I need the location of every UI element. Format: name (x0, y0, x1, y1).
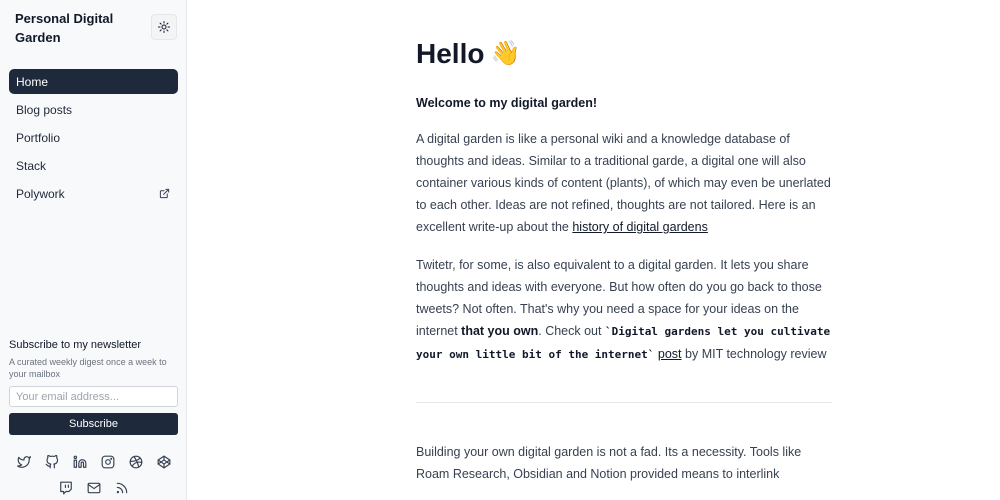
building-paragraph: Building your own digital garden is not … (416, 445, 802, 481)
linkedin-icon[interactable] (72, 454, 87, 469)
github-icon[interactable] (44, 454, 59, 469)
post-link[interactable]: post (658, 347, 682, 361)
intro-text: A digital garden is like a personal wiki… (416, 132, 831, 234)
title-text: Hello (416, 38, 485, 69)
newsletter-description: A curated weekly digest once a week to y… (9, 357, 167, 379)
external-link-icon (159, 188, 170, 199)
section-divider (416, 402, 832, 403)
dribbble-icon[interactable] (128, 454, 143, 469)
mail-icon[interactable] (86, 480, 101, 495)
twitter-paragraph: Twitetr, for some, is also equivalent to… (416, 254, 832, 366)
welcome-heading: Welcome to my digital garden! (416, 96, 598, 110)
twitter-icon[interactable] (16, 454, 31, 469)
social-links (9, 454, 178, 469)
social-links-row-2 (9, 480, 178, 495)
emphasis-text: that you own (461, 324, 539, 338)
page-title: Hello 👋 (416, 36, 832, 72)
codepen-icon[interactable] (156, 454, 171, 469)
check-out-text: . Check out (538, 324, 605, 338)
nav-item-label: Polywork (16, 186, 65, 201)
nav-item-stack[interactable]: Stack (9, 153, 178, 178)
waving-hand-emoji: 👋 (490, 40, 521, 67)
sidebar: Personal Digital Garden Home Blog posts … (0, 0, 187, 500)
nav-item-polywork[interactable]: Polywork (9, 181, 178, 206)
nav-item-blog-posts[interactable]: Blog posts (9, 97, 178, 122)
newsletter-title: Subscribe to my newsletter (9, 339, 142, 351)
sidebar-nav: Home Blog posts Portfolio Stack Polywork (9, 69, 178, 209)
main-content: Hello 👋 Welcome to my digital garden! A … (416, 36, 832, 485)
nav-item-home[interactable]: Home (9, 69, 178, 94)
theme-toggle-button[interactable] (151, 14, 177, 40)
newsletter-signup: Subscribe to my newsletter A curated wee… (9, 338, 178, 435)
history-of-digital-gardens-link[interactable]: history of digital gardens (572, 220, 708, 234)
sun-icon (158, 21, 170, 33)
nav-item-label: Home (16, 74, 49, 89)
nav-item-label: Stack (16, 158, 47, 173)
nav-item-portfolio[interactable]: Portfolio (9, 125, 178, 150)
nav-item-label: Portfolio (16, 130, 61, 145)
mit-text: by MIT technology review (681, 347, 827, 361)
instagram-icon[interactable] (100, 454, 115, 469)
subscribe-button[interactable]: Subscribe (9, 413, 178, 435)
intro-paragraph: A digital garden is like a personal wiki… (416, 128, 832, 238)
email-input[interactable] (9, 386, 178, 407)
site-title[interactable]: Personal Digital Garden (15, 9, 135, 47)
twitch-icon[interactable] (58, 480, 73, 495)
nav-item-label: Blog posts (16, 102, 73, 117)
rss-icon[interactable] (114, 480, 129, 495)
